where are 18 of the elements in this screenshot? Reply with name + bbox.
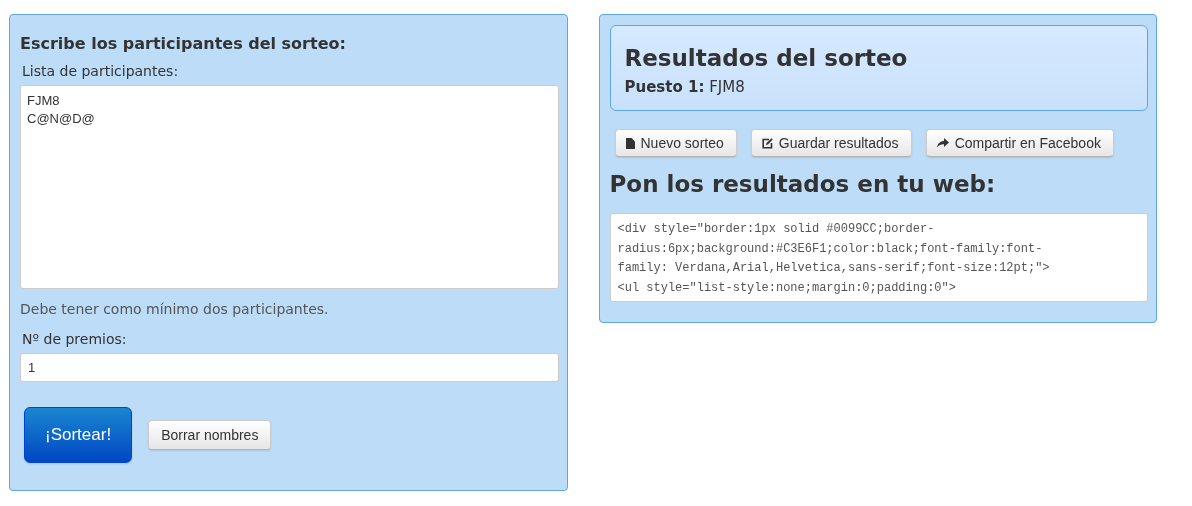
field-label: Lista de participantes: <box>22 63 180 79</box>
prizes-field[interactable]: 1 <box>20 353 559 382</box>
clear-names-button[interactable]: Borrar nombres <box>148 420 272 450</box>
new-draw-button[interactable]: Nuevo sorteo <box>614 129 737 157</box>
share-arrow-icon <box>936 138 949 148</box>
draw-button[interactable]: ¡Sortear! <box>24 407 133 463</box>
field-label: Nº de premios: <box>22 331 128 347</box>
share-button[interactable]: Compartir en Facebook <box>925 129 1114 157</box>
save-results-button[interactable]: Guardar resultados <box>750 129 912 157</box>
panel-heading: Escribe los participantes del sorteo: <box>20 34 347 53</box>
embed-code-field[interactable]: <div style="border:1px solid #0099CC;border- radius:6px;background:#C3E6F1;color:black;font-family:font- family: Verdana,Arial,Helvetica,sans-serif;font-size:12pt;"> <ul style="list-style:none;margin:0;padding:0"> <box>609 213 1148 302</box>
result-line: Puesto 1: FJM8 <box>624 78 746 96</box>
edit-icon <box>761 137 773 149</box>
hint-text: Debe tener como mínimo dos participantes. <box>20 301 330 317</box>
results-heading: Resultados del sorteo <box>624 45 909 71</box>
participants-field[interactable]: FJM8 C@N@D@ <box>20 85 559 289</box>
document-icon <box>625 137 635 149</box>
embed-heading: Pon los resultados en tu web: <box>609 171 997 197</box>
